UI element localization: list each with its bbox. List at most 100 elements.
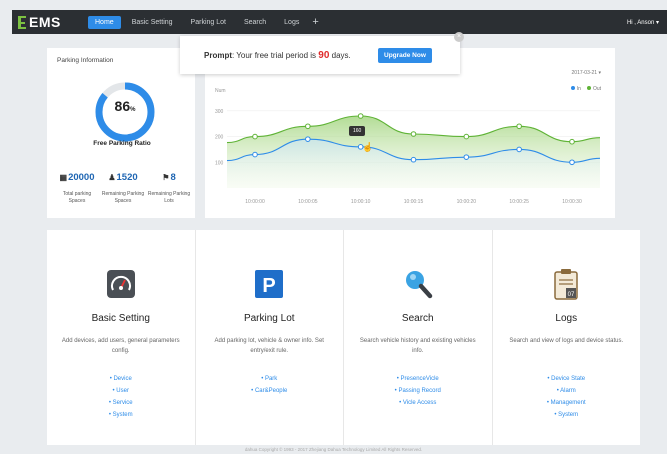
- parking-stats: ▦20000 Total parking Spaces ♟1520 Remain…: [55, 172, 191, 205]
- stat-value: 1520: [116, 172, 138, 183]
- link-alarm[interactable]: Alarm: [493, 385, 641, 397]
- stat-remaining-spaces: ♟1520 Remaining Parking Spaces: [101, 172, 145, 205]
- x-tick-label: 10:00:05: [298, 199, 318, 205]
- user-greeting: Hi , Anson: [626, 19, 655, 26]
- app-name: EMS: [29, 14, 61, 30]
- module-description: Add parking lot, vehicle & owner info. S…: [214, 338, 324, 354]
- nav-parking-lot[interactable]: Parking Lot: [184, 16, 233, 29]
- building-icon: ▦: [59, 173, 68, 182]
- module-links: PresenceVicle Passing Record Vicle Acces…: [344, 373, 492, 409]
- link-vicle-access[interactable]: Vicle Access: [344, 397, 492, 409]
- stat-value: 8: [170, 172, 176, 183]
- person-icon: ♟: [108, 173, 116, 182]
- free-ratio-value: 86%: [95, 98, 155, 114]
- stat-label: Remaining Parking Spaces: [101, 191, 145, 204]
- stat-total-spaces: ▦20000 Total parking Spaces: [55, 172, 99, 205]
- y-tick-label: 100: [215, 160, 224, 166]
- module-title: Logs: [555, 313, 578, 324]
- stat-value: 20000: [68, 172, 95, 183]
- parking-info-panel: Parking Information 86% Free Parking Rat…: [47, 48, 195, 218]
- module-links: Park Car&People: [196, 373, 344, 397]
- y-tick-label: 200: [215, 135, 224, 141]
- data-point-out: [357, 113, 364, 119]
- module-description: Search and view of logs and device statu…: [509, 338, 624, 344]
- footer-copyright: dahua Copyright © 1993 - 2017 Zhejiang D…: [244, 447, 423, 452]
- parking-icon: P: [255, 270, 284, 298]
- module-links: Device User Service System: [47, 373, 195, 421]
- close-icon[interactable]: ×: [454, 32, 464, 42]
- link-passing-record[interactable]: Passing Record: [344, 385, 492, 397]
- link-device[interactable]: Device: [47, 373, 195, 385]
- ratio-number: 86: [114, 98, 131, 114]
- stat-label: Total parking Spaces: [62, 191, 92, 204]
- data-point-in: [410, 156, 417, 163]
- module-description: Search vehicle history and existing vehi…: [359, 338, 476, 354]
- magnifier-icon: [405, 271, 432, 299]
- prompt-label: Prompt: [204, 50, 232, 60]
- nav-logs[interactable]: Logs: [277, 16, 306, 29]
- chart-tooltip: 160: [349, 126, 366, 136]
- data-point-in: [569, 159, 575, 166]
- flag-icon: ⚑: [162, 173, 170, 182]
- top-navbar: EMS Home Basic Setting Parking Lot Searc…: [12, 10, 667, 34]
- data-point-in: [252, 151, 258, 158]
- link-park[interactable]: Park: [196, 373, 344, 385]
- app-logo[interactable]: EMS: [18, 14, 88, 30]
- module-title: Basic Setting: [91, 313, 150, 324]
- trial-days: 90: [318, 49, 330, 61]
- module-logs[interactable]: 07 Logs Search and view of logs and devi…: [493, 230, 641, 445]
- x-tick-label: 10:00:30: [562, 199, 582, 205]
- x-tick-label: 10:00:00: [245, 199, 265, 205]
- nav-search[interactable]: Search: [237, 16, 273, 29]
- speedometer-icon: [106, 270, 135, 298]
- data-point-out: [569, 138, 575, 145]
- link-presence-vicle[interactable]: PresenceVicle: [344, 373, 492, 385]
- data-point-in: [305, 136, 311, 142]
- prompt-text-before: : Your free trial period is: [232, 50, 319, 60]
- link-system[interactable]: System: [493, 409, 641, 421]
- module-description: Add devices, add users, general paramete…: [61, 338, 180, 354]
- nav-home[interactable]: Home: [88, 15, 121, 29]
- free-ratio-label: Free Parking Ratio: [93, 140, 151, 147]
- link-management[interactable]: Management: [493, 397, 641, 409]
- data-point-out: [516, 123, 522, 130]
- x-tick-label: 10:00:15: [404, 199, 424, 205]
- module-basic-setting[interactable]: Basic Setting Add devices, add users, ge…: [47, 230, 196, 445]
- prompt-text-after: days.: [329, 50, 351, 60]
- link-service[interactable]: Service: [47, 397, 195, 409]
- user-menu[interactable]: Hi , Anson ▾: [627, 19, 659, 26]
- add-tab-icon[interactable]: +: [312, 16, 318, 28]
- upgrade-now-button[interactable]: Upgrade Now: [378, 48, 432, 63]
- link-user[interactable]: User: [47, 385, 195, 397]
- data-point-out: [305, 123, 311, 130]
- data-point-out: [410, 131, 417, 137]
- module-parking-lot[interactable]: P Parking Lot Add parking lot, vehicle &…: [196, 230, 344, 445]
- hand-cursor-icon: ☝: [362, 142, 374, 152]
- stat-remaining-lots: ⚑8 Remaining Parking Lots: [147, 172, 191, 205]
- ratio-unit: %: [130, 107, 136, 113]
- link-system[interactable]: System: [47, 409, 195, 421]
- svg-text:07: 07: [568, 292, 575, 298]
- clipboard-icon: 07: [554, 269, 578, 300]
- prompt-message: Prompt: Your free trial period is 90 day…: [204, 50, 351, 61]
- data-point-out: [463, 133, 470, 140]
- module-links: Device State Alarm Management System: [493, 373, 641, 421]
- link-car-people[interactable]: Car&People: [196, 385, 344, 397]
- module-search[interactable]: Search Search vehicle history and existi…: [344, 230, 493, 445]
- y-tick-label: 300: [215, 109, 224, 115]
- trial-prompt: Prompt: Your free trial period is 90 day…: [180, 32, 464, 74]
- module-title: Parking Lot: [243, 313, 295, 324]
- x-tick-label: 10:00:20: [457, 199, 477, 205]
- nav-basic-setting[interactable]: Basic Setting: [125, 16, 180, 29]
- svg-text:P: P: [263, 275, 276, 297]
- logo-icon: [18, 15, 26, 29]
- data-point-out: [252, 133, 258, 140]
- data-point-in: [516, 146, 522, 153]
- stat-label: Remaining Parking Lots: [147, 191, 191, 204]
- modules-panel: Basic Setting Add devices, add users, ge…: [47, 230, 640, 445]
- link-device-state[interactable]: Device State: [493, 373, 641, 385]
- module-title: Search: [401, 313, 434, 324]
- panel-title: Parking Information: [57, 57, 114, 64]
- x-tick-label: 10:00:25: [509, 199, 529, 205]
- main-nav: Home Basic Setting Parking Lot Search Lo…: [88, 15, 319, 29]
